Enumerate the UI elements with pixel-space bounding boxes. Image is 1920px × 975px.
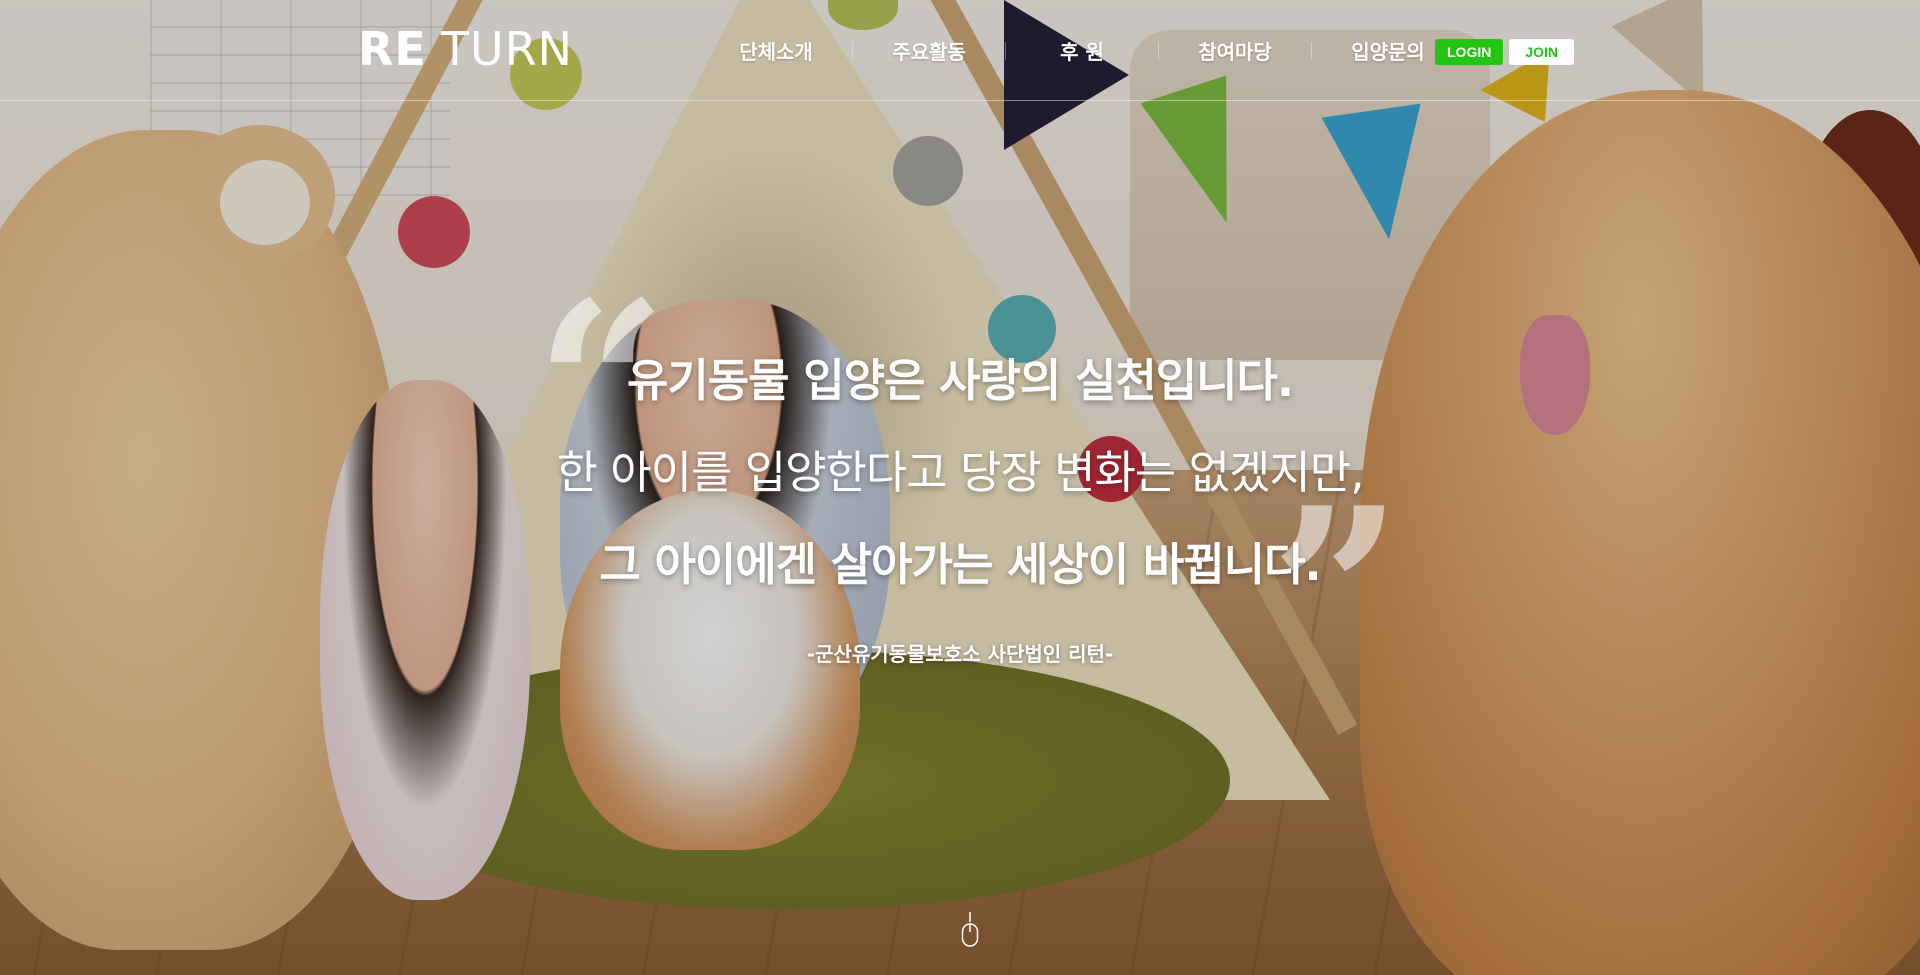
hero-quote-source: -군산유기동물보호소 사단법인 리턴- (806, 642, 1114, 666)
nav-item-community[interactable]: 참여마당 (1159, 36, 1311, 65)
main-nav: 단체소개 주요활동 후 원 참여마당 입양문의 (700, 36, 1464, 65)
nav-item-donate[interactable]: 후 원 (1006, 36, 1158, 65)
auth-buttons: LOGIN JOIN (1435, 39, 1575, 65)
logo-light-text: TURN (440, 22, 573, 76)
login-button[interactable]: LOGIN (1435, 39, 1504, 65)
hero-line-3: 그 아이에겐 살아가는 세상이 바뀝니다. (599, 538, 1321, 591)
hero-line-1: 유기동물 입양은 사랑의 실천입니다. (626, 354, 1294, 407)
logo-bold-text: RE (358, 22, 427, 76)
hero-quote: 유기동물 입양은 사랑의 실천입니다. 한 아이를 입양한다고 당장 변화는 없… (0, 335, 1920, 611)
nav-item-about[interactable]: 단체소개 (700, 36, 852, 65)
hero-line-2: 한 아이를 입양한다고 당장 변화는 없겠지만, (556, 446, 1364, 499)
join-button[interactable]: JOIN (1509, 39, 1575, 65)
nav-item-activities[interactable]: 주요활동 (853, 36, 1005, 65)
site-header: RE TURN 단체소개 주요활동 후 원 참여마당 입양문의 LOGIN JOI… (0, 0, 1920, 101)
mouse-scroll-icon[interactable] (961, 912, 979, 948)
site-logo[interactable]: RE TURN (358, 22, 573, 76)
